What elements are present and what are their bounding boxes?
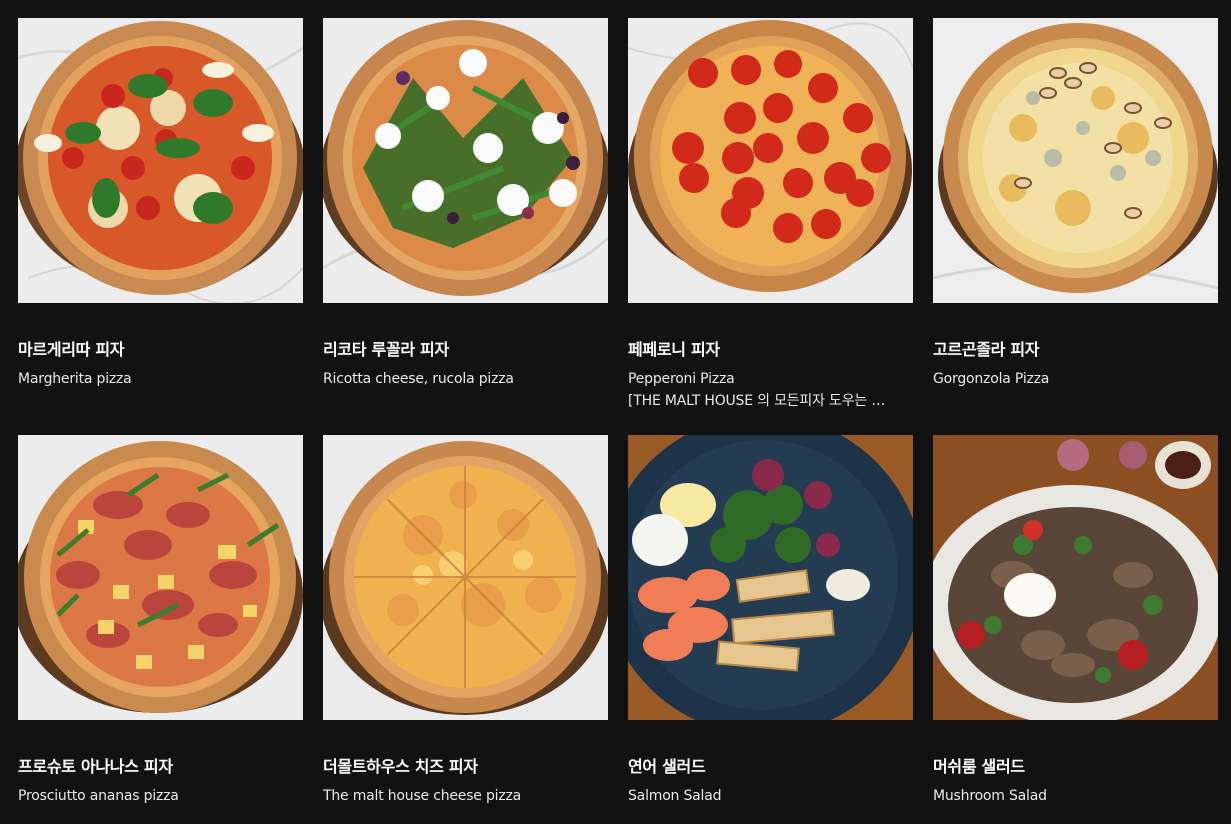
menu-item-card[interactable]: 고르곤졸라 피자 Gorgonzola Pizza bbox=[933, 18, 1218, 388]
menu-item-card[interactable]: 연어 샐러드 Salmon Salad bbox=[628, 435, 913, 805]
menu-item-name-ko: 리코타 루꼴라 피자 bbox=[323, 340, 449, 359]
menu-item-name-ko: 페페로니 피자 bbox=[628, 340, 720, 359]
menu-item-name-ko: 더몰트하우스 치즈 피자 bbox=[323, 757, 478, 776]
menu-item-description: [THE MALT HOUSE 의 모든피자 도우는 … bbox=[628, 393, 886, 409]
menu-item-card[interactable]: 머쉬룸 샐러드 Mushroom Salad bbox=[933, 435, 1218, 805]
menu-item-name-en: Prosciutto ananas pizza bbox=[18, 788, 179, 804]
menu-item-name-en: Pepperoni Pizza bbox=[628, 371, 735, 387]
menu-item-name-ko: 프로슈토 아나나스 피자 bbox=[18, 757, 173, 776]
menu-item-name-en: Margherita pizza bbox=[18, 371, 132, 387]
gorgonzola-pizza-image[interactable] bbox=[933, 18, 1218, 303]
menu-item-name-en: Ricotta cheese, rucola pizza bbox=[323, 371, 514, 387]
menu-item-name-en: The malt house cheese pizza bbox=[323, 788, 522, 804]
menu-item-name-en: Gorgonzola Pizza bbox=[933, 371, 1050, 387]
ricotta-rucola-pizza-image[interactable] bbox=[323, 18, 608, 303]
prosciutto-ananas-pizza-image[interactable] bbox=[18, 435, 303, 720]
cheese-pizza-image[interactable] bbox=[323, 435, 608, 720]
menu-item-card[interactable]: 리코타 루꼴라 피자 Ricotta cheese, rucola pizza bbox=[323, 18, 608, 388]
menu-item-name-en: Salmon Salad bbox=[628, 788, 722, 804]
menu-item-card[interactable]: 더몰트하우스 치즈 피자 The malt house cheese pizza bbox=[323, 435, 608, 805]
mushroom-salad-image[interactable] bbox=[933, 435, 1218, 720]
menu-item-name-ko: 마르게리따 피자 bbox=[18, 340, 125, 359]
menu-item-card[interactable]: 프로슈토 아나나스 피자 Prosciutto ananas pizza bbox=[18, 435, 303, 805]
margherita-pizza-image[interactable] bbox=[18, 18, 303, 303]
menu-grid: 마르게리따 피자 Margherita pizza 리코타 루꼴라 피자 Ric… bbox=[0, 0, 1231, 824]
salmon-salad-image[interactable] bbox=[628, 435, 913, 720]
menu-item-name-ko: 고르곤졸라 피자 bbox=[933, 340, 1040, 359]
menu-item-name-ko: 머쉬룸 샐러드 bbox=[933, 757, 1025, 776]
pepperoni-pizza-image[interactable] bbox=[628, 18, 913, 303]
menu-item-name-ko: 연어 샐러드 bbox=[628, 757, 706, 776]
menu-item-card[interactable]: 마르게리따 피자 Margherita pizza bbox=[18, 18, 303, 388]
menu-item-card[interactable]: 페페로니 피자 Pepperoni Pizza [THE MALT HOUSE … bbox=[628, 18, 913, 410]
menu-item-name-en: Mushroom Salad bbox=[933, 788, 1047, 804]
